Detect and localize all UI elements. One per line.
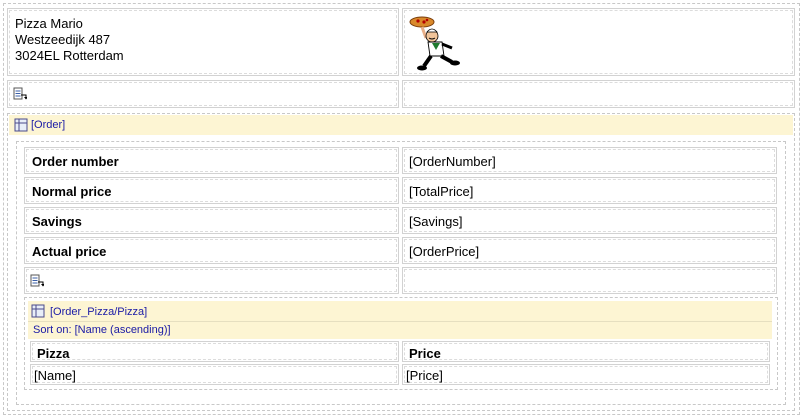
- toolbar-cell-right[interactable]: [402, 80, 795, 108]
- column-header-pizza[interactable]: Pizza: [30, 341, 399, 362]
- order-row-value[interactable]: [TotalPrice]: [402, 177, 777, 204]
- sort-order-link[interactable]: Sort on: [Name (ascending)]: [33, 324, 171, 336]
- postal-city: 3024EL Rotterdam: [15, 48, 124, 63]
- normal-price-value: [TotalPrice]: [409, 184, 474, 199]
- actual-price-label: Actual price: [32, 244, 107, 259]
- company-name: Pizza Mario: [15, 16, 83, 31]
- logo-cell[interactable]: [402, 8, 795, 76]
- normal-price-label: Normal price: [32, 184, 112, 199]
- order-row-label: Normal price: [24, 177, 399, 204]
- toolbar-cell-left[interactable]: [7, 80, 399, 108]
- order-number-value: [OrderNumber]: [409, 154, 496, 169]
- pizza-chef-logo-icon: [409, 16, 460, 71]
- price-column-label: Price: [409, 346, 441, 361]
- street-address: Westzeedijk 487: [15, 32, 111, 47]
- pizza-section-header[interactable]: [Order_Pizza/Pizza] Sort on: [Name (asce…: [28, 301, 772, 339]
- pizza-column-label: Pizza: [37, 346, 70, 361]
- order-row-value[interactable]: [OrderPrice]: [402, 237, 777, 264]
- savings-label: Savings: [32, 214, 82, 229]
- actual-price-value: [OrderPrice]: [409, 244, 480, 259]
- pizza-price-field: [Price]: [406, 368, 443, 383]
- order-toolbar-cell-left[interactable]: [24, 267, 399, 294]
- address-cell[interactable]: Pizza Mario Westzeedijk 487 3024EL Rotte…: [7, 8, 399, 76]
- order-row-label: Savings: [24, 207, 399, 234]
- table-icon: [31, 304, 45, 318]
- order-row-label: Order number: [24, 147, 399, 174]
- order-section-header[interactable]: [Order]: [9, 115, 793, 135]
- table-cell-name[interactable]: [Name]: [30, 364, 399, 385]
- order-row-value[interactable]: [OrderNumber]: [402, 147, 777, 174]
- insert-field-icon[interactable]: [30, 274, 44, 288]
- order-row-label: Actual price: [24, 237, 399, 264]
- order-number-label: Order number: [32, 154, 119, 169]
- order-toolbar-cell-right[interactable]: [402, 267, 777, 294]
- pizza-section-title[interactable]: [Order_Pizza/Pizza]: [50, 306, 147, 318]
- insert-field-icon[interactable]: [13, 87, 27, 101]
- table-icon: [14, 118, 28, 132]
- savings-value: [Savings]: [409, 214, 463, 229]
- pizza-name-field: [Name]: [34, 368, 76, 383]
- table-cell-price[interactable]: [Price]: [402, 364, 770, 385]
- order-section-title[interactable]: [Order]: [31, 119, 65, 131]
- order-row-value[interactable]: [Savings]: [402, 207, 777, 234]
- column-header-price[interactable]: Price: [402, 341, 770, 362]
